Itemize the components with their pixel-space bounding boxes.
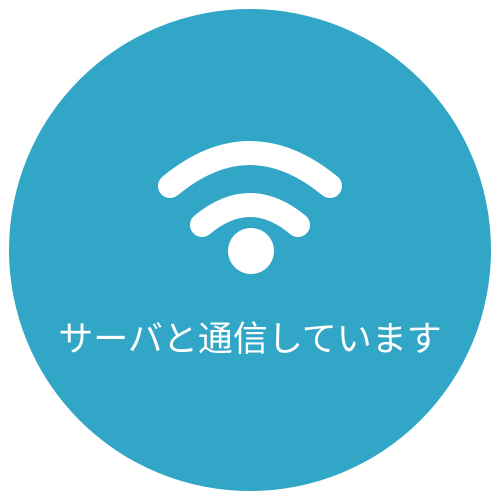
wifi-arc-outer xyxy=(158,141,342,198)
wifi-dot xyxy=(228,228,274,274)
wifi-arc-inner xyxy=(190,193,310,237)
status-message: サーバと通信しています xyxy=(58,320,442,360)
wifi-icon xyxy=(158,141,342,274)
